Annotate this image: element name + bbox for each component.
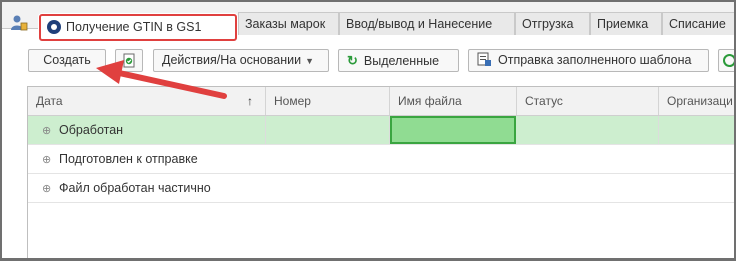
documents-table: Дата ↑ Номер Имя файла Статус Организаци… [27,86,734,258]
column-header-label: Организаци [667,94,733,108]
user-settings-icon[interactable] [10,14,28,32]
table-cell[interactable] [266,116,390,144]
tab-label: Списание [669,17,726,31]
tab-receiving[interactable]: Приемка [590,12,662,35]
column-header-organization[interactable]: Организаци [659,87,734,115]
column-header-status[interactable]: Статус [517,87,659,115]
tab-strip: Получение GTIN в GS1 Заказы марок Ввод/в… [2,2,734,41]
copy-document-icon [123,53,135,68]
clock-icon [723,54,734,67]
expand-plus-icon[interactable]: ⊕ [42,117,54,145]
group-row-label: ⊕ Подготовлен к отправке [42,145,198,173]
group-row-label: ⊕ Обработан [42,116,123,144]
send-template-button[interactable]: Отправка заполненного шаблона [468,49,709,72]
table-cell[interactable]: ⊕ Обработан [28,116,266,144]
column-header-label: Статус [525,94,563,108]
column-header-number[interactable]: Номер [266,87,390,115]
column-header-label: Имя файла [398,94,462,108]
table-cell-focused[interactable] [390,116,516,144]
column-header-filename[interactable]: Имя файла [390,87,517,115]
app-window: Получение GTIN в GS1 Заказы марок Ввод/в… [0,0,736,261]
table-cell[interactable] [659,116,734,144]
send-document-icon [477,52,491,66]
tab-shipment[interactable]: Отгрузка [515,12,590,35]
create-button[interactable]: Создать [28,49,106,72]
column-header-label: Дата [36,94,63,108]
send-template-label: Отправка заполненного шаблона [498,53,692,67]
table-header: Дата ↑ Номер Имя файла Статус Организаци [28,87,734,116]
actions-dropdown-label: Действия/На основании [162,53,302,67]
schedule-button[interactable] [718,49,734,72]
table-cell[interactable] [517,116,659,144]
tab-label: Приемка [597,17,649,31]
toolbar: Создать Действия/На основании ▼ ↻ Выделенн… [2,40,734,80]
tab-label: Отгрузка [522,17,574,31]
copy-button[interactable] [115,49,143,72]
tab-gtin-gs1[interactable]: Получение GTIN в GS1 [39,14,237,41]
tab-label: Заказы марок [245,17,326,31]
table-row[interactable]: ⊕ Файл обработан частично [28,174,734,203]
tab-write-off[interactable]: Списание [662,12,734,35]
caret-down-icon: ▼ [305,56,314,66]
expand-plus-icon[interactable]: ⊕ [42,146,54,174]
tab-mark-orders[interactable]: Заказы марок [238,12,339,35]
column-header-date[interactable]: Дата ↑ [28,87,266,115]
selected-button[interactable]: ↻ Выделенные [338,49,459,72]
table-row[interactable]: ⊕ Обработан [28,116,734,145]
actions-dropdown[interactable]: Действия/На основании ▼ [153,49,329,72]
refresh-icon: ↻ [347,53,358,68]
gs1-logo-icon [47,20,61,34]
sort-ascending-icon: ↑ [247,94,253,108]
table-row[interactable]: ⊕ Подготовлен к отправке [28,145,734,174]
group-row-label: ⊕ Файл обработан частично [42,174,211,202]
tab-label: Получение GTIN в GS1 [66,20,202,34]
column-header-label: Номер [274,94,311,108]
create-button-label: Создать [43,53,91,67]
tab-label: Ввод/вывод и Нанесение [346,17,493,31]
selected-button-label: Выделенные [363,54,440,68]
tab-input-output[interactable]: Ввод/вывод и Нанесение [339,12,515,35]
expand-plus-icon[interactable]: ⊕ [42,175,54,203]
